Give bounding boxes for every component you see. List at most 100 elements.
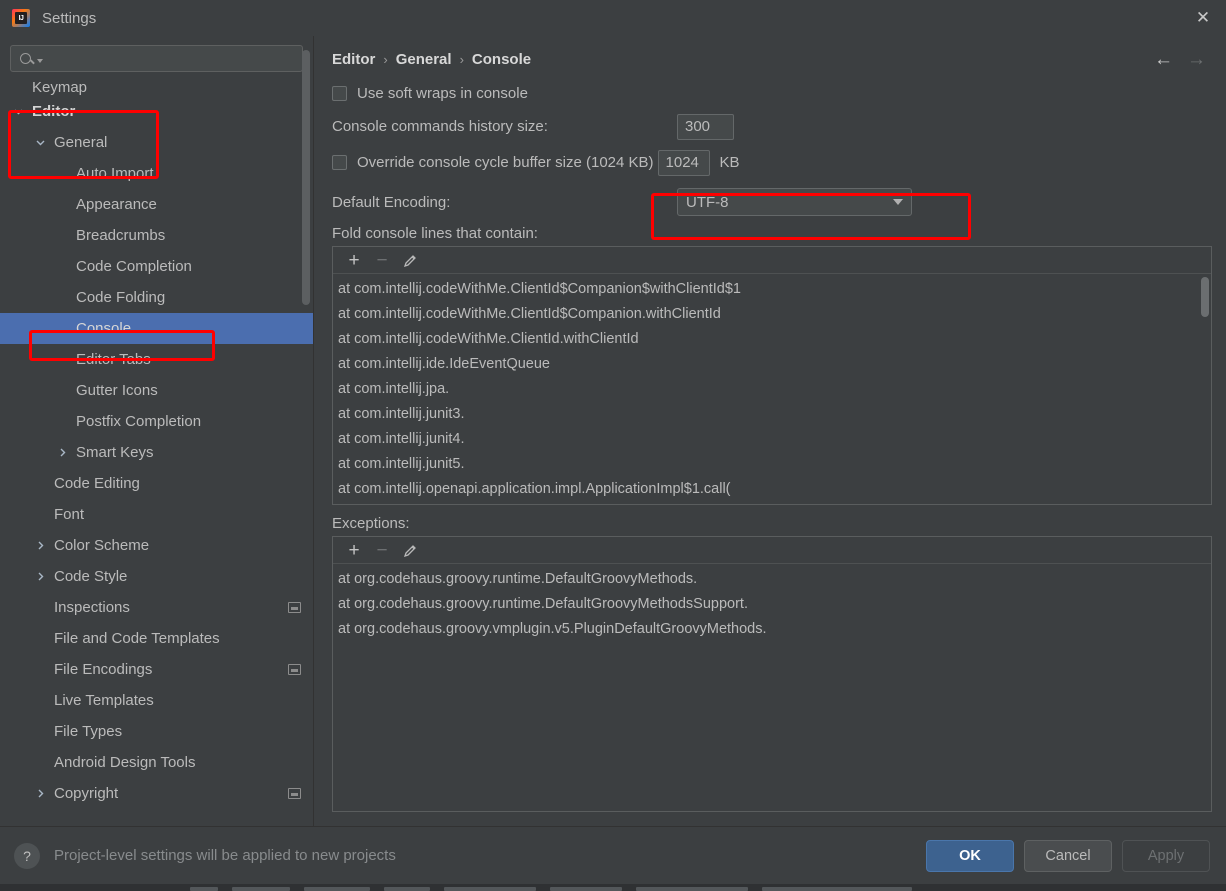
chevron-right-icon[interactable] (32, 540, 48, 551)
question-mark-icon[interactable]: ? (14, 842, 40, 869)
list-item[interactable]: at com.intellij.openapi.application.impl… (333, 476, 1211, 501)
cycle-buffer-checkbox[interactable] (332, 155, 347, 170)
list-item[interactable]: at com.intellij.ide.IdeEventQueue (333, 351, 1211, 376)
fold-remove-button[interactable]: − (370, 249, 394, 271)
sidebar-item-code-completion[interactable]: Code Completion (0, 251, 313, 282)
default-encoding-label: Default Encoding: (332, 193, 451, 211)
close-icon[interactable]: ✕ (1180, 0, 1226, 36)
sidebar-item-label: Font (54, 506, 85, 523)
sidebar-item-label: Color Scheme (54, 537, 150, 554)
sidebar-item-label: Live Templates (54, 692, 154, 709)
fold-section-label: Fold console lines that contain: (332, 225, 538, 242)
sidebar-item-label: Copyright (54, 785, 119, 802)
fold-list-scrollbar-thumb[interactable] (1201, 277, 1209, 317)
ok-button[interactable]: OK (926, 839, 1014, 872)
sidebar-item-editor-tabs[interactable]: Editor Tabs (0, 344, 313, 375)
soft-wraps-checkbox[interactable] (332, 86, 347, 101)
settings-dialog: IJ Settings ✕ Keymap Editor General Auto Im… (0, 0, 1226, 884)
dialog-body: Keymap Editor General Auto Import Appearance… (0, 36, 1226, 826)
desktop-background-sliver (0, 884, 1226, 891)
history-size-input[interactable]: 300 (677, 113, 734, 140)
sidebar-item-label: General (54, 134, 108, 151)
exceptions-remove-button[interactable]: − (370, 539, 394, 561)
cycle-buffer-label: Override console cycle buffer size (1024… (357, 154, 654, 171)
sidebar-item-code-editing[interactable]: Code Editing (0, 468, 313, 499)
exceptions-add-button[interactable]: + (342, 539, 366, 561)
settings-main-panel: Editor › General › Console ← → Use soft … (314, 36, 1226, 826)
sidebar-item-smart-keys[interactable]: Smart Keys (0, 437, 313, 468)
sidebar-scrollbar-thumb[interactable] (302, 50, 310, 305)
breadcrumb-item-general[interactable]: General (396, 51, 452, 68)
exceptions-list[interactable]: at org.codehaus.groovy.runtime.DefaultGr… (333, 564, 1211, 811)
sidebar-item-editor[interactable]: Editor (0, 96, 313, 127)
sidebar-item-label: Console (76, 320, 132, 337)
sidebar-item-postfix-completion[interactable]: Postfix Completion (0, 406, 313, 437)
sidebar-item-file-encodings[interactable]: File Encodings (0, 654, 313, 685)
list-item[interactable]: at com.intellij.codeWithMe.ClientId$Comp… (333, 301, 1211, 326)
sidebar-item-general[interactable]: General (0, 127, 313, 158)
list-item[interactable]: at com.intellij.junit3. (333, 401, 1211, 426)
fold-add-button[interactable]: + (342, 249, 366, 271)
fold-list-scrollbar[interactable] (1201, 275, 1209, 502)
sidebar-item-file-types[interactable]: File Types (0, 716, 313, 747)
sidebar-item-breadcrumbs[interactable]: Breadcrumbs (0, 220, 313, 251)
sidebar-item-color-scheme[interactable]: Color Scheme (0, 530, 313, 561)
pencil-icon (403, 543, 418, 558)
chevron-down-icon (893, 199, 903, 205)
sidebar-item-gutter-icons[interactable]: Gutter Icons (0, 375, 313, 406)
breadcrumb-separator: › (459, 51, 464, 67)
list-item[interactable]: at com.intellij.codeWithMe.ClientId$Comp… (333, 276, 1211, 301)
arrow-right-icon[interactable]: → (1187, 50, 1206, 69)
search-input[interactable] (10, 45, 303, 72)
fold-console-lines-list[interactable]: at com.intellij.codeWithMe.ClientId$Comp… (333, 274, 1211, 504)
list-item[interactable]: at org.codehaus.groovy.runtime.DefaultGr… (333, 591, 1211, 616)
nav-arrows: ← → (1154, 50, 1212, 69)
cycle-buffer-row: Override console cycle buffer size (1024… (332, 147, 1212, 178)
default-encoding-select[interactable]: UTF-8 (677, 188, 912, 216)
sidebar-item-file-and-code-templates[interactable]: File and Code Templates (0, 623, 313, 654)
sidebar-scrollbar[interactable] (302, 36, 310, 826)
apply-button[interactable]: Apply (1122, 839, 1210, 872)
list-item[interactable]: at org.codehaus.groovy.runtime.DefaultGr… (333, 566, 1211, 591)
sidebar-item-code-folding[interactable]: Code Folding (0, 282, 313, 313)
cycle-buffer-input[interactable]: 1024 (657, 149, 710, 176)
footer-status-text: Project-level settings will be applied t… (54, 847, 396, 864)
sidebar-item-copyright[interactable]: Copyright (0, 778, 313, 809)
search-container (0, 36, 313, 78)
sidebar-item-code-style[interactable]: Code Style (0, 561, 313, 592)
settings-tree[interactable]: Keymap Editor General Auto Import Appearance… (0, 78, 313, 826)
chevron-down-icon[interactable] (10, 106, 26, 117)
chevron-down-icon (37, 59, 43, 63)
list-item[interactable]: at com.intellij.codeWithMe.ClientId.with… (333, 326, 1211, 351)
chevron-down-icon[interactable] (32, 137, 48, 148)
fold-edit-button[interactable] (398, 249, 422, 271)
chevron-right-icon[interactable] (54, 447, 70, 458)
list-item[interactable]: at com.intellij.junit5. (333, 451, 1211, 476)
sidebar-item-auto-import[interactable]: Auto Import (0, 158, 313, 189)
arrow-left-icon[interactable]: ← (1154, 50, 1173, 69)
cancel-button[interactable]: Cancel (1024, 839, 1112, 872)
chevron-right-icon[interactable] (32, 788, 48, 799)
sidebar-item-label: File Types (54, 723, 123, 740)
breadcrumb-item-console[interactable]: Console (472, 51, 531, 68)
sidebar-item-inspections[interactable]: Inspections (0, 592, 313, 623)
sidebar-item-android-design-tools[interactable]: Android Design Tools (0, 747, 313, 778)
sidebar-item-live-templates[interactable]: Live Templates (0, 685, 313, 716)
sidebar-item-label: Keymap (32, 79, 88, 96)
sidebar-item-font[interactable]: Font (0, 499, 313, 530)
list-item[interactable]: at com.intellij.junit4. (333, 426, 1211, 451)
exceptions-edit-button[interactable] (398, 539, 422, 561)
breadcrumb-separator: › (383, 51, 388, 67)
list-item[interactable]: at org.codehaus.groovy.vmplugin.v5.Plugi… (333, 616, 1211, 641)
project-level-badge-icon (288, 664, 301, 675)
sidebar-item-keymap[interactable]: Keymap (0, 78, 313, 96)
sidebar-item-appearance[interactable]: Appearance (0, 189, 313, 220)
list-item[interactable]: at com.intellij.jpa. (333, 376, 1211, 401)
default-encoding-value: UTF-8 (686, 193, 729, 211)
sidebar-item-console[interactable]: Console (0, 313, 313, 344)
sidebar-item-label: Appearance (76, 196, 157, 213)
breadcrumb: Editor › General › Console ← → (332, 36, 1212, 76)
chevron-right-icon[interactable] (32, 571, 48, 582)
sidebar-item-label: Code Style (54, 568, 128, 585)
breadcrumb-item-editor[interactable]: Editor (332, 51, 375, 68)
